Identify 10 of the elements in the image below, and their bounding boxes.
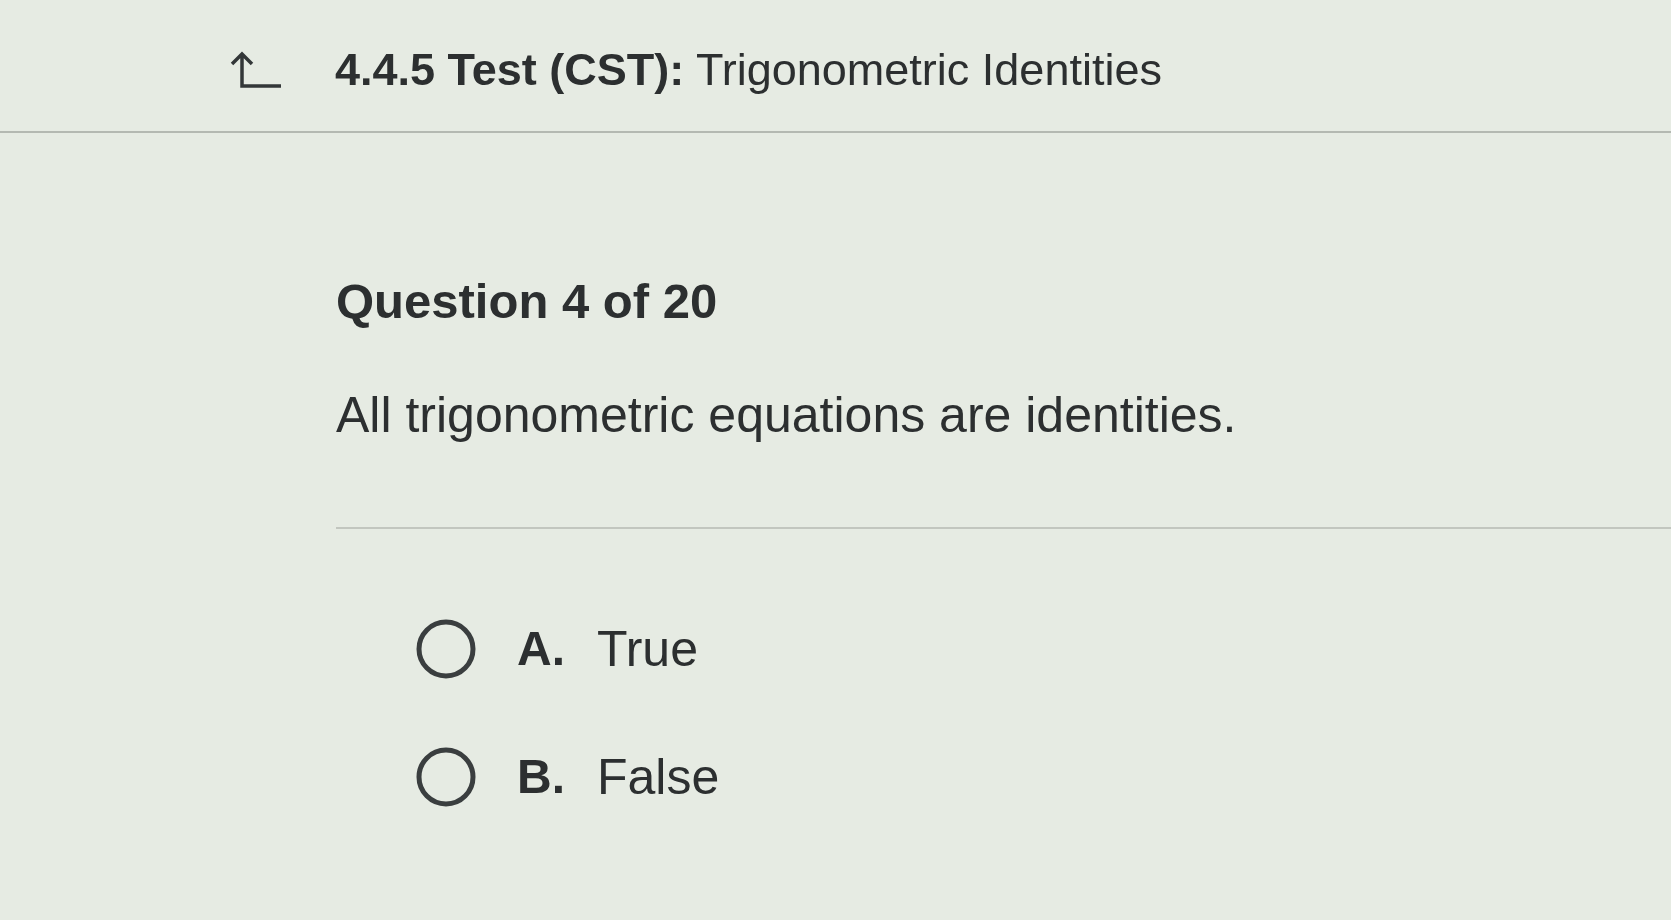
option-letter: B. [517,749,566,805]
question-counter: Question 4 of 20 [336,273,718,330]
radio-button[interactable] [416,747,476,807]
option-text[interactable]: True [597,619,698,679]
question-text: All trigonometric equations are identities. [336,386,1237,445]
up-arrow-icon[interactable] [229,50,283,89]
option-text[interactable]: False [597,747,720,807]
radio-button[interactable] [416,619,476,679]
option-letter: A. [517,621,566,677]
page-title: 4.4.5 Test (CST): Trigonometric Identities [335,42,1162,97]
